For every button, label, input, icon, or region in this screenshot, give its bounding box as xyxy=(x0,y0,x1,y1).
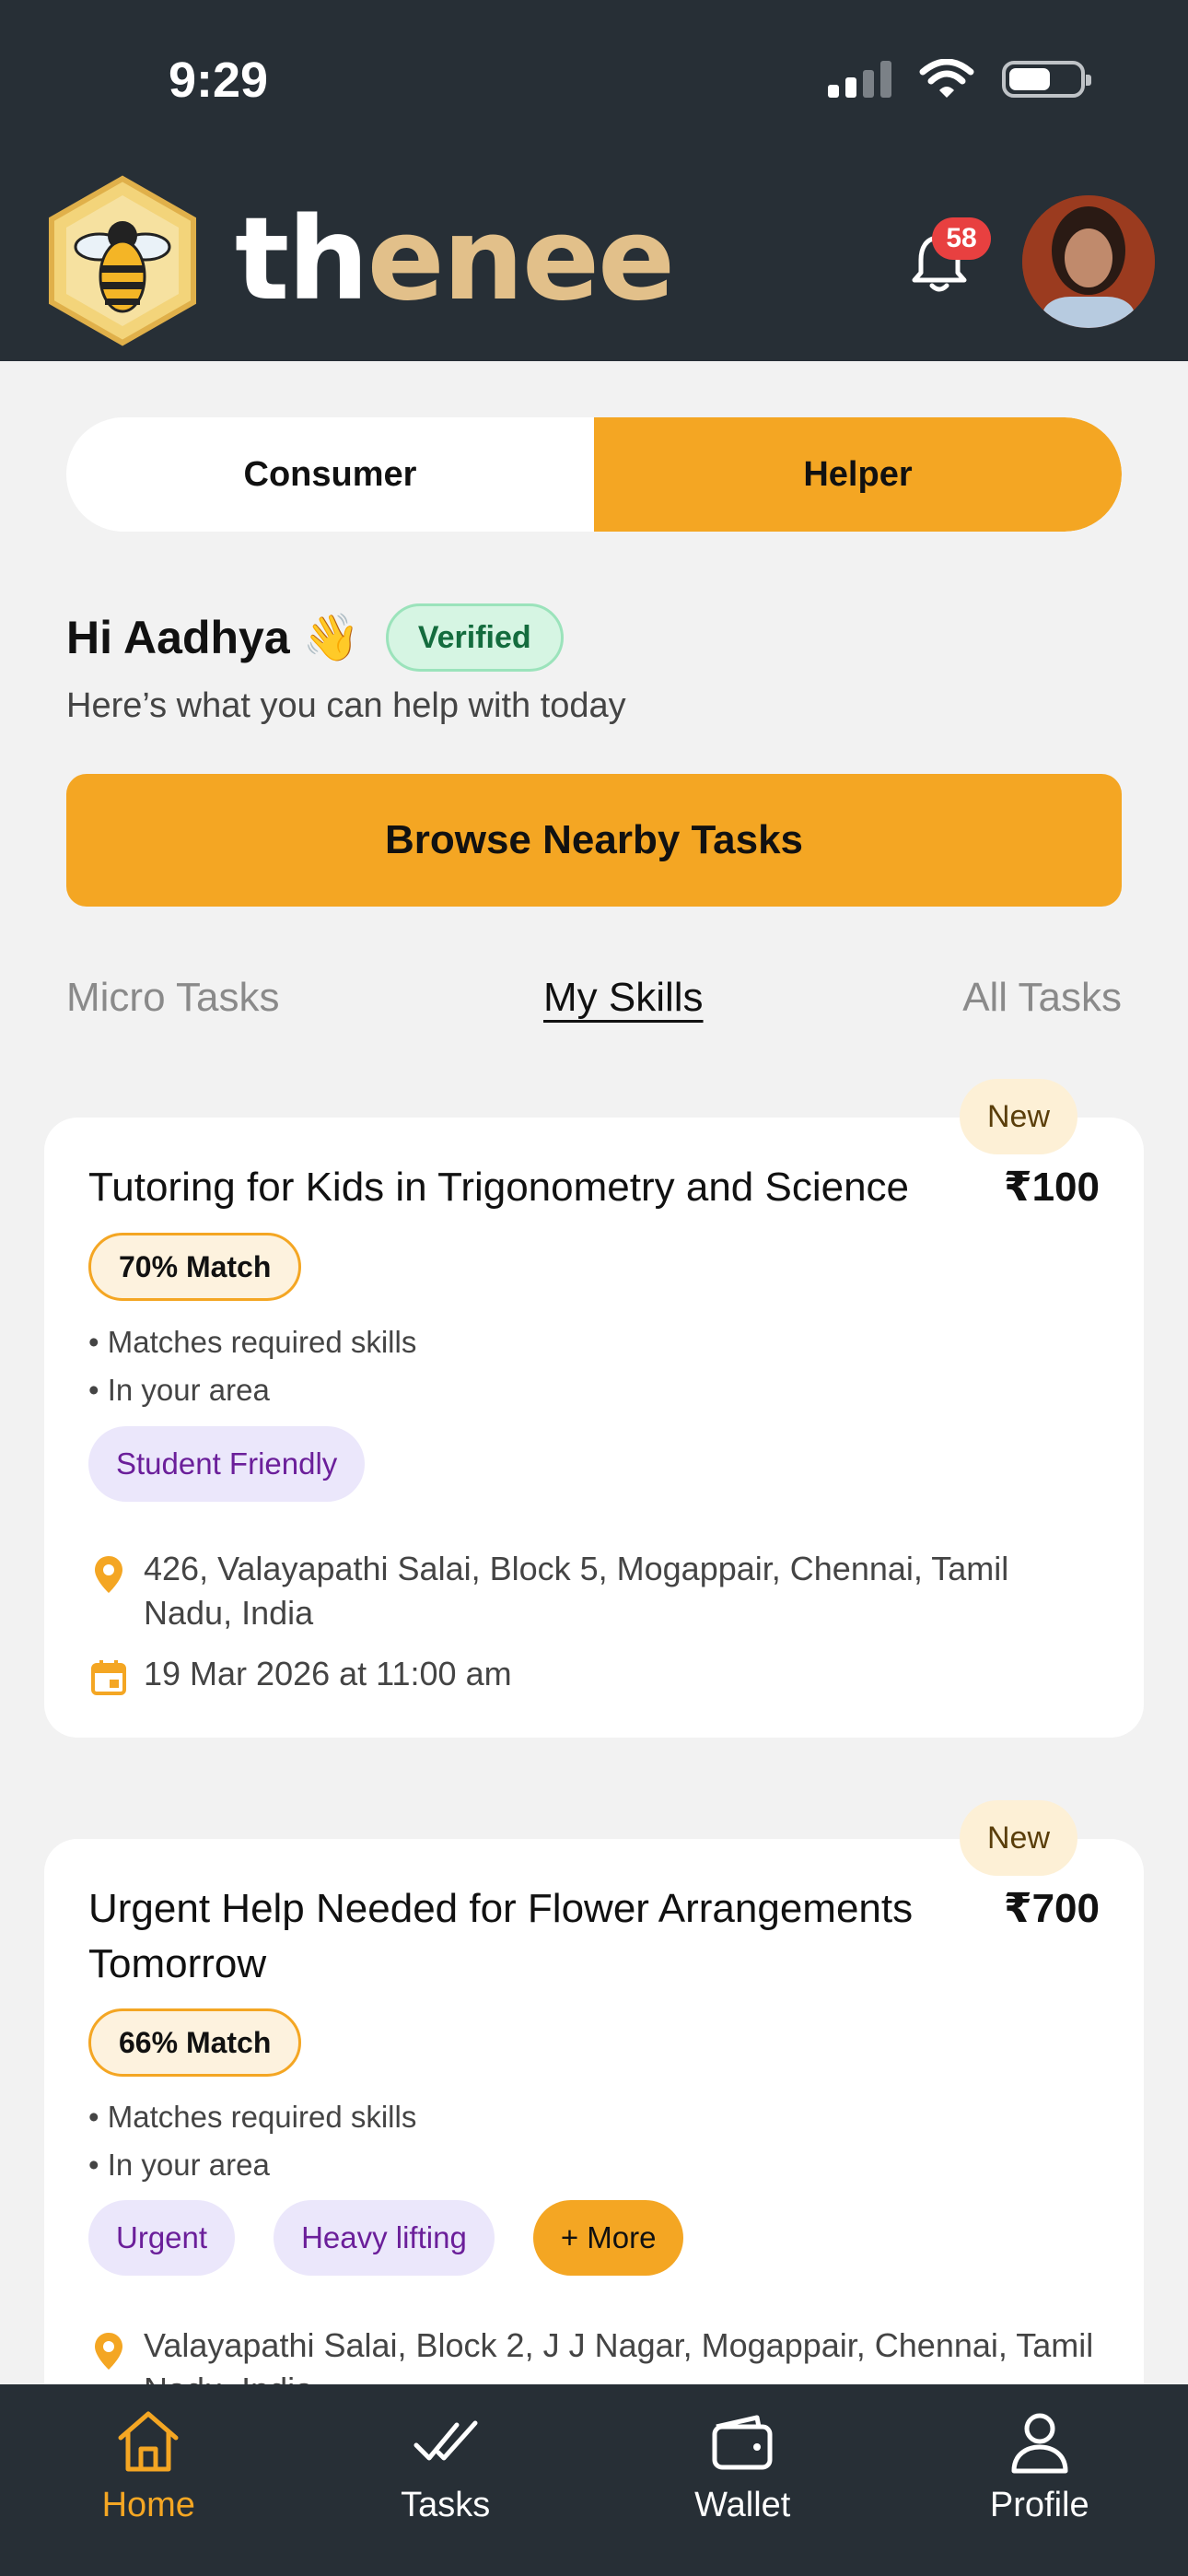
reason-item: • In your area xyxy=(88,2148,270,2182)
task-tabs: Micro Tasks My Skills All Tasks xyxy=(66,975,1122,1030)
bottom-navigation: Home Tasks Wallet Profile xyxy=(0,2384,1188,2576)
bee-logo-icon xyxy=(49,175,196,346)
greeting-subtitle: Here’s what you can help with today xyxy=(66,686,626,725)
task-price: ₹700 xyxy=(1003,1886,1100,1931)
battery-icon xyxy=(1002,61,1091,98)
match-badge: 70% Match xyxy=(88,1233,302,1301)
user-icon xyxy=(1011,2413,1068,2474)
task-card[interactable]: New Tutoring for Kids in Trigonometry an… xyxy=(44,1079,1144,1738)
status-time: 9:29 xyxy=(169,53,269,108)
wifi-icon xyxy=(919,59,974,98)
greeting-title: Hi Aadhya 👋 xyxy=(66,611,360,663)
match-reasons: • Matches required skills • In your area xyxy=(88,1318,416,1414)
reason-item: • In your area xyxy=(88,1373,270,1407)
mode-toggle: Consumer Helper xyxy=(66,417,1122,532)
nav-home-label: Home xyxy=(101,2486,195,2524)
reason-item: • Matches required skills xyxy=(88,1325,417,1359)
address-text: 426, Valayapathi Salai, Block 5, Mogappa… xyxy=(144,1550,1009,1632)
tag-chip: Student Friendly xyxy=(88,1426,366,1502)
match-badge: 66% Match xyxy=(88,2008,302,2077)
greeting-row: Hi Aadhya 👋 Verified xyxy=(66,603,564,672)
nav-tasks[interactable]: Tasks xyxy=(297,2384,595,2576)
tag-chip: Heavy lifting xyxy=(274,2200,495,2276)
nav-home[interactable]: Home xyxy=(0,2384,297,2576)
nav-profile[interactable]: Profile xyxy=(891,2384,1188,2576)
browse-nearby-tasks-button[interactable]: Browse Nearby Tasks xyxy=(66,774,1122,907)
task-tags: Student Friendly xyxy=(88,1426,366,1502)
home-icon xyxy=(118,2411,179,2472)
task-price: ₹100 xyxy=(1003,1165,1100,1210)
reason-item: • Matches required skills xyxy=(88,2100,417,2134)
helper-mode-button[interactable]: Helper xyxy=(594,417,1122,532)
wallet-icon xyxy=(712,2415,773,2470)
nav-tasks-label: Tasks xyxy=(401,2486,491,2524)
nav-wallet-label: Wallet xyxy=(694,2486,791,2524)
datetime-text: 19 Mar 2026 at 11:00 am xyxy=(144,1655,512,1692)
task-title: Tutoring for Kids in Trigonometry and Sc… xyxy=(88,1165,910,1210)
nav-profile-label: Profile xyxy=(989,2486,1089,2524)
double-check-icon xyxy=(413,2420,478,2461)
notification-badge: 58 xyxy=(932,217,991,260)
calendar-icon xyxy=(88,1652,129,1696)
tab-my-skills[interactable]: My Skills xyxy=(543,975,704,1021)
tab-micro-tasks[interactable]: Micro Tasks xyxy=(66,975,279,1021)
task-title: Urgent Help Needed for Flower Arrangemen… xyxy=(88,1886,914,1986)
task-datetime: 19 Mar 2026 at 11:00 am xyxy=(88,1652,512,1696)
more-tags-button[interactable]: + More xyxy=(532,2200,684,2276)
verified-badge: Verified xyxy=(385,603,564,672)
task-address: 426, Valayapathi Salai, Block 5, Mogappa… xyxy=(88,1547,1101,1635)
tag-chip: Urgent xyxy=(88,2200,236,2276)
tab-all-tasks[interactable]: All Tasks xyxy=(962,975,1122,1021)
location-pin-icon xyxy=(88,1547,129,1635)
nav-wallet[interactable]: Wallet xyxy=(594,2384,891,2576)
status-icons xyxy=(828,59,1091,100)
app-header: 9:29 thenee 58 xyxy=(0,0,1188,361)
new-badge: New xyxy=(960,1079,1077,1154)
cellular-signal-icon xyxy=(828,61,891,98)
new-badge: New xyxy=(960,1800,1077,1876)
consumer-mode-button[interactable]: Consumer xyxy=(66,417,594,532)
avatar[interactable] xyxy=(1022,195,1155,328)
match-reasons: • Matches required skills • In your area xyxy=(88,2093,416,2189)
brand-wordmark: thenee xyxy=(235,193,675,326)
task-tags: Urgent Heavy lifting + More xyxy=(88,2200,684,2276)
